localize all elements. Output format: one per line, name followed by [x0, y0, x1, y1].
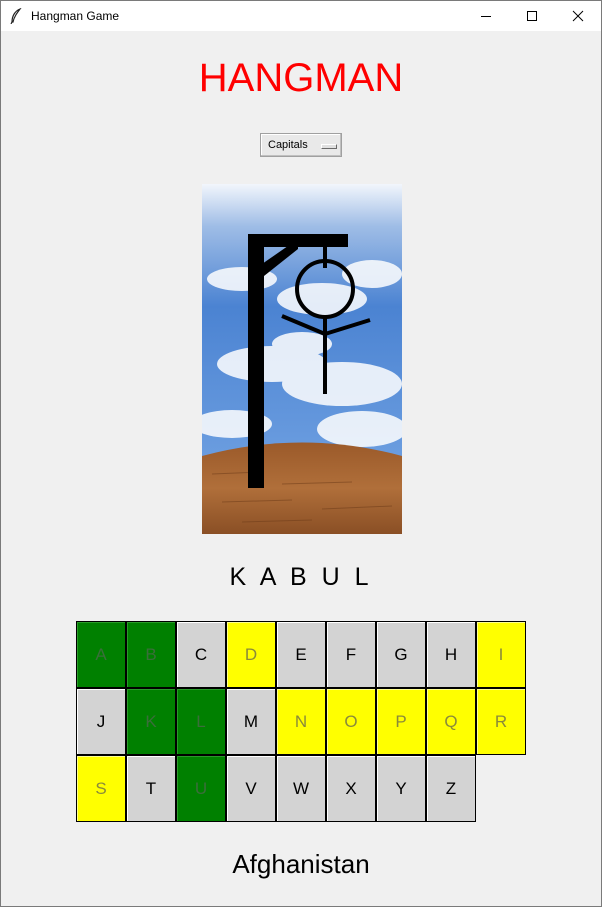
- minimize-button[interactable]: [463, 1, 509, 31]
- letter-key-m[interactable]: M: [226, 688, 276, 755]
- letter-key-t[interactable]: T: [126, 755, 176, 822]
- close-button[interactable]: [555, 1, 601, 31]
- maximize-icon: [527, 11, 537, 21]
- letter-key-g[interactable]: G: [376, 621, 426, 688]
- letter-key-y[interactable]: Y: [376, 755, 426, 822]
- letter-key-n[interactable]: N: [276, 688, 326, 755]
- letter-key-s[interactable]: S: [76, 755, 126, 822]
- title-bar[interactable]: Hangman Game: [1, 1, 601, 32]
- letter-key-j[interactable]: J: [76, 688, 126, 755]
- window-title: Hangman Game: [31, 9, 120, 23]
- letter-key-x[interactable]: X: [326, 755, 376, 822]
- app-window: Hangman Game HANGMAN Capitals K A B U L …: [0, 0, 602, 907]
- letter-key-z[interactable]: Z: [426, 755, 476, 822]
- hint-text: Afghanistan: [232, 849, 370, 879]
- letter-keyboard: ABCDEFGHI JKLMNOPQR STUVWXYZ: [76, 621, 528, 823]
- letter-key-o[interactable]: O: [326, 688, 376, 755]
- letter-key-b[interactable]: B: [126, 621, 176, 688]
- category-dropdown[interactable]: Capitals: [260, 133, 342, 157]
- option-menu-indicator-icon: [321, 144, 337, 149]
- letter-key-c[interactable]: C: [176, 621, 226, 688]
- letter-key-l[interactable]: L: [176, 688, 226, 755]
- letter-key-p[interactable]: P: [376, 688, 426, 755]
- letter-key-a[interactable]: A: [76, 621, 126, 688]
- letter-key-u[interactable]: U: [176, 755, 226, 822]
- category-selected: Capitals: [268, 139, 308, 151]
- letter-key-k[interactable]: K: [126, 688, 176, 755]
- letter-key-w[interactable]: W: [276, 755, 326, 822]
- letter-key-q[interactable]: Q: [426, 688, 476, 755]
- letter-key-i[interactable]: I: [476, 621, 526, 688]
- minimize-icon: [481, 16, 491, 17]
- hangman-illustration: [202, 184, 402, 534]
- feather-icon: [10, 8, 22, 24]
- letter-key-v[interactable]: V: [226, 755, 276, 822]
- game-title: HANGMAN: [198, 56, 404, 100]
- letter-key-e[interactable]: E: [276, 621, 326, 688]
- letter-key-d[interactable]: D: [226, 621, 276, 688]
- letter-key-f[interactable]: F: [326, 621, 376, 688]
- letter-key-r[interactable]: R: [476, 688, 526, 755]
- word-display: K A B U L: [229, 563, 373, 591]
- close-icon: [572, 10, 584, 22]
- letter-key-h[interactable]: H: [426, 621, 476, 688]
- maximize-button[interactable]: [509, 1, 555, 31]
